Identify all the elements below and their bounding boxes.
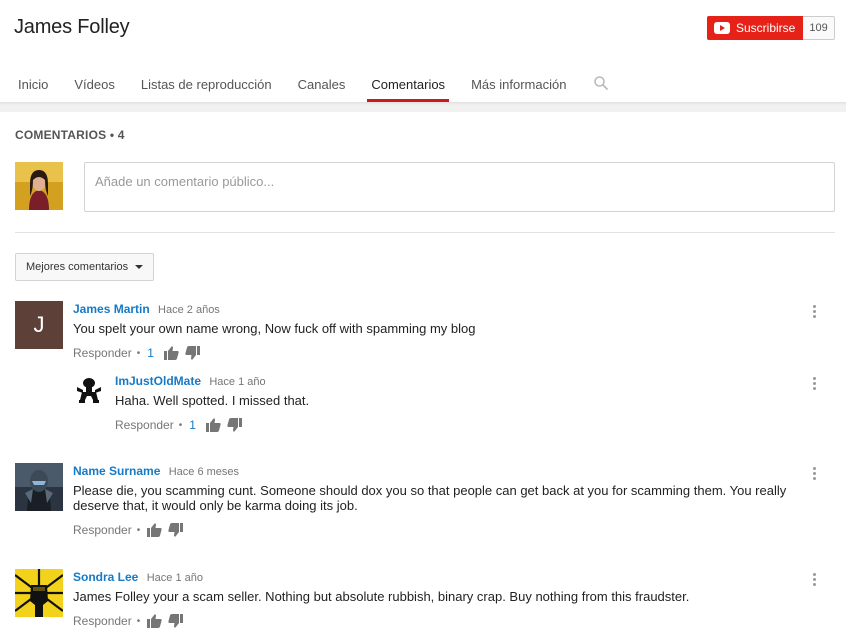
youtube-logo-icon — [714, 22, 730, 34]
comment-actions: Responder • 1 — [73, 345, 813, 361]
header-divider — [0, 102, 846, 112]
thumbs-down-icon[interactable] — [185, 346, 200, 360]
reply-button[interactable]: Responder — [73, 523, 132, 537]
thumbs-up-icon[interactable] — [163, 346, 179, 360]
current-user-avatar — [15, 162, 63, 210]
chevron-down-icon — [135, 265, 144, 269]
comment-text: Please die, you scamming cunt. Someone s… — [73, 483, 787, 513]
comment-timestamp[interactable]: Hace 1 año — [147, 572, 203, 584]
comment-text: James Folley your a scam seller. Nothing… — [73, 589, 690, 604]
tab-channels[interactable]: Canales — [294, 64, 350, 102]
tab-inicio[interactable]: Inicio — [14, 64, 52, 102]
sort-dropdown[interactable]: Mejores comentarios — [15, 253, 155, 281]
thumbs-down-icon[interactable] — [168, 523, 184, 537]
comments-heading: COMENTARIOS • 4 — [15, 128, 125, 142]
section-divider — [15, 232, 835, 233]
comment-author[interactable]: ImJustOldMate — [115, 374, 201, 388]
comment-author[interactable]: Sondra Lee — [73, 570, 138, 584]
comment-timestamp[interactable]: Hace 1 año — [209, 376, 265, 388]
separator-dot: • — [178, 419, 183, 431]
separator-dot: • — [136, 524, 141, 536]
comment-text: You spelt your own name wrong, Now fuck … — [73, 321, 476, 336]
thumbs-up-icon[interactable] — [147, 523, 162, 537]
thumbs-down-icon[interactable] — [227, 418, 242, 432]
tab-about[interactable]: Más información — [467, 64, 570, 102]
comment-text: Haha. Well spotted. I missed that. — [115, 393, 310, 408]
comment-timestamp[interactable]: Hace 6 meses — [169, 466, 239, 478]
avatar-letter: J — [33, 312, 45, 337]
avatar[interactable] — [15, 463, 63, 511]
thumbs-up-icon[interactable] — [205, 418, 221, 432]
avatar[interactable]: J — [15, 301, 63, 349]
comment-author[interactable]: Name Surname — [73, 464, 160, 478]
reply-button[interactable]: Responder — [73, 346, 132, 360]
comment-reply: ImJustOldMate Hace 1 año Haha. Well spot… — [73, 373, 835, 433]
thumbs-down-icon[interactable] — [168, 614, 184, 628]
more-vert-icon[interactable] — [813, 377, 817, 390]
comment-thread: J James Martin Hace 2 años You spelt you… — [15, 301, 835, 361]
more-vert-icon[interactable] — [813, 305, 817, 318]
sort-label: Mejores comentarios — [26, 261, 129, 273]
comment-body: ImJustOldMate Hace 1 año Haha. Well spot… — [115, 373, 805, 433]
avatar[interactable] — [15, 569, 63, 617]
more-vert-icon[interactable] — [813, 467, 817, 480]
reply-button[interactable]: Responder — [73, 614, 132, 628]
subscribe-label: Suscribirse — [736, 21, 796, 35]
subscribe-button[interactable]: Suscribirse — [707, 16, 804, 40]
subscriber-count: 109 — [803, 16, 835, 40]
channel-tabs: Inicio Vídeos Listas de reproducción Can… — [0, 64, 609, 102]
thumbs-up-icon[interactable] — [147, 614, 162, 628]
comment-author[interactable]: James Martin — [73, 302, 150, 316]
comment-actions: Responder • 1 — [115, 417, 805, 433]
comment-body: Name Surname Hace 6 meses Please die, yo… — [73, 463, 803, 538]
comment-thread: Sondra Lee Hace 1 año James Folley your … — [15, 569, 835, 631]
comment-thread: Name Surname Hace 6 meses Please die, yo… — [15, 463, 835, 543]
avatar[interactable] — [73, 373, 105, 405]
like-count: 1 — [189, 418, 196, 432]
like-count: 1 — [147, 346, 154, 360]
channel-title[interactable]: James Folley — [14, 16, 130, 39]
comment-body: Sondra Lee Hace 1 año James Folley your … — [73, 569, 803, 629]
tab-comments[interactable]: Comentarios — [367, 64, 450, 102]
more-vert-icon[interactable] — [813, 573, 817, 586]
comment-actions: Responder • — [73, 613, 803, 629]
channel-header: James Folley Suscribirse 109 Inicio Víde… — [0, 0, 846, 104]
separator-dot: • — [136, 347, 141, 359]
search-icon[interactable] — [593, 64, 609, 102]
reply-button[interactable]: Responder — [115, 418, 174, 432]
comment-actions: Responder • — [73, 522, 803, 538]
tab-playlists[interactable]: Listas de reproducción — [137, 64, 276, 102]
separator-dot: • — [136, 615, 141, 627]
comment-body: James Martin Hace 2 años You spelt your … — [73, 301, 813, 361]
subscribe-widget: Suscribirse 109 — [707, 16, 835, 40]
comment-timestamp[interactable]: Hace 2 años — [158, 304, 220, 316]
tab-videos[interactable]: Vídeos — [70, 64, 118, 102]
comment-input[interactable]: Añade un comentario público... — [84, 162, 835, 212]
